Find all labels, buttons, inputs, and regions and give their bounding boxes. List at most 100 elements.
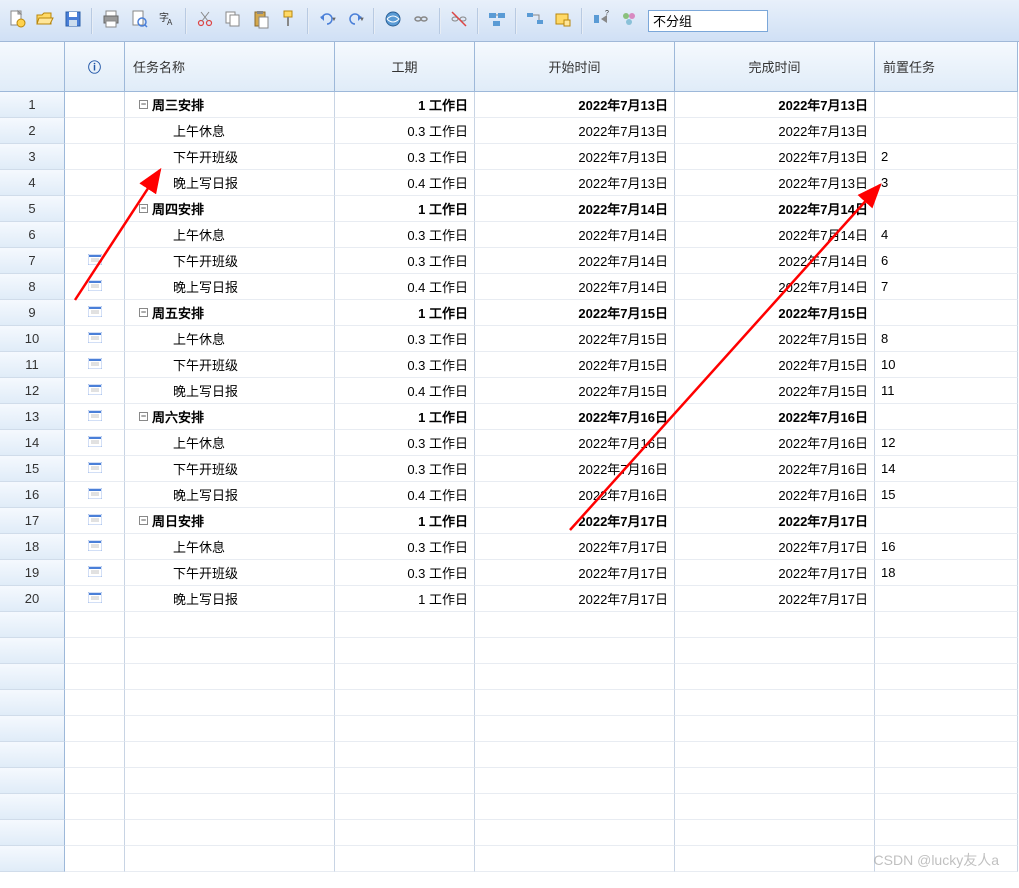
finish-cell[interactable]: 2022年7月14日 — [675, 222, 875, 248]
pred-cell[interactable] — [875, 118, 1018, 144]
split-button[interactable] — [446, 8, 472, 34]
info-cell[interactable] — [65, 144, 125, 170]
copy-button[interactable] — [220, 8, 246, 34]
row-number[interactable]: 20 — [0, 586, 65, 612]
goto-button[interactable] — [522, 8, 548, 34]
duration-cell[interactable]: 0.4 工作日 — [335, 482, 475, 508]
start-cell[interactable] — [475, 690, 675, 716]
pred-cell[interactable] — [875, 820, 1018, 846]
row-number[interactable]: 3 — [0, 144, 65, 170]
task-name-cell[interactable]: 晚上写日报 — [125, 274, 335, 300]
collapse-icon[interactable]: − — [139, 412, 148, 421]
task-name-cell[interactable]: 晚上写日报 — [125, 482, 335, 508]
pred-cell[interactable] — [875, 846, 1018, 872]
pred-cell[interactable]: 3 — [875, 170, 1018, 196]
start-cell[interactable] — [475, 612, 675, 638]
info-cell[interactable] — [65, 222, 125, 248]
info-column-header[interactable]: ⓘ — [65, 42, 125, 92]
finish-cell[interactable] — [675, 638, 875, 664]
duration-cell[interactable]: 0.4 工作日 — [335, 378, 475, 404]
pred-cell[interactable]: 8 — [875, 326, 1018, 352]
info-cell[interactable] — [65, 300, 125, 326]
task-name-cell[interactable]: −周三安排 — [125, 92, 335, 118]
start-cell[interactable] — [475, 768, 675, 794]
task-name-cell[interactable]: 上午休息 — [125, 118, 335, 144]
row-number[interactable]: 18 — [0, 534, 65, 560]
collapse-icon[interactable]: − — [139, 100, 148, 109]
duration-cell[interactable] — [335, 820, 475, 846]
zoom-button[interactable]: ? — [588, 8, 614, 34]
finish-cell[interactable]: 2022年7月17日 — [675, 508, 875, 534]
note-button[interactable] — [550, 8, 576, 34]
pred-cell[interactable] — [875, 794, 1018, 820]
finish-cell[interactable]: 2022年7月13日 — [675, 118, 875, 144]
column-header-name[interactable]: 任务名称 — [125, 42, 335, 92]
duration-cell[interactable]: 1 工作日 — [335, 300, 475, 326]
duration-cell[interactable]: 1 工作日 — [335, 92, 475, 118]
start-cell[interactable] — [475, 794, 675, 820]
task-name-cell[interactable] — [125, 664, 335, 690]
duration-cell[interactable]: 0.4 工作日 — [335, 274, 475, 300]
start-cell[interactable]: 2022年7月13日 — [475, 118, 675, 144]
task-name-cell[interactable]: 上午休息 — [125, 222, 335, 248]
finish-cell[interactable]: 2022年7月13日 — [675, 144, 875, 170]
duration-cell[interactable] — [335, 846, 475, 872]
paste-button[interactable] — [248, 8, 274, 34]
task-name-cell[interactable]: 晚上写日报 — [125, 378, 335, 404]
redo-button[interactable]: ▼ — [342, 8, 368, 34]
save-button[interactable] — [60, 8, 86, 34]
pred-cell[interactable] — [875, 690, 1018, 716]
finish-cell[interactable]: 2022年7月14日 — [675, 274, 875, 300]
finish-cell[interactable]: 2022年7月13日 — [675, 170, 875, 196]
finish-cell[interactable] — [675, 742, 875, 768]
start-cell[interactable]: 2022年7月17日 — [475, 586, 675, 612]
row-number[interactable] — [0, 846, 65, 872]
info-cell[interactable] — [65, 274, 125, 300]
info-cell[interactable] — [65, 794, 125, 820]
start-cell[interactable]: 2022年7月14日 — [475, 196, 675, 222]
row-number[interactable] — [0, 820, 65, 846]
info-cell[interactable] — [65, 248, 125, 274]
start-cell[interactable]: 2022年7月16日 — [475, 430, 675, 456]
task-name-cell[interactable]: −周六安排 — [125, 404, 335, 430]
start-cell[interactable]: 2022年7月17日 — [475, 560, 675, 586]
task-name-cell[interactable]: −周四安排 — [125, 196, 335, 222]
start-cell[interactable]: 2022年7月14日 — [475, 248, 675, 274]
column-header-duration[interactable]: 工期 — [335, 42, 475, 92]
row-number[interactable] — [0, 638, 65, 664]
finish-cell[interactable] — [675, 664, 875, 690]
finish-cell[interactable]: 2022年7月16日 — [675, 430, 875, 456]
duration-cell[interactable] — [335, 716, 475, 742]
info-cell[interactable] — [65, 612, 125, 638]
finish-cell[interactable] — [675, 768, 875, 794]
row-number[interactable] — [0, 664, 65, 690]
info-button[interactable] — [484, 8, 510, 34]
finish-cell[interactable]: 2022年7月15日 — [675, 326, 875, 352]
row-number[interactable] — [0, 612, 65, 638]
print-button[interactable] — [98, 8, 124, 34]
task-name-cell[interactable]: 下午开班级 — [125, 560, 335, 586]
task-name-cell[interactable]: 晚上写日报 — [125, 170, 335, 196]
info-cell[interactable] — [65, 586, 125, 612]
pred-cell[interactable]: 15 — [875, 482, 1018, 508]
task-name-cell[interactable]: 下午开班级 — [125, 456, 335, 482]
collapse-icon[interactable]: − — [139, 308, 148, 317]
pred-cell[interactable] — [875, 664, 1018, 690]
finish-cell[interactable]: 2022年7月15日 — [675, 300, 875, 326]
finish-cell[interactable]: 2022年7月15日 — [675, 378, 875, 404]
group-by-input[interactable] — [648, 10, 768, 32]
duration-cell[interactable]: 1 工作日 — [335, 586, 475, 612]
task-name-cell[interactable] — [125, 690, 335, 716]
finish-cell[interactable]: 2022年7月16日 — [675, 404, 875, 430]
task-name-cell[interactable]: −周五安排 — [125, 300, 335, 326]
task-name-cell[interactable]: 下午开班级 — [125, 352, 335, 378]
info-cell[interactable] — [65, 170, 125, 196]
pred-cell[interactable] — [875, 742, 1018, 768]
group-button[interactable] — [616, 8, 642, 34]
format-painter-button[interactable] — [276, 8, 302, 34]
link-button[interactable] — [380, 8, 406, 34]
duration-cell[interactable]: 1 工作日 — [335, 196, 475, 222]
start-cell[interactable]: 2022年7月15日 — [475, 352, 675, 378]
pred-cell[interactable] — [875, 638, 1018, 664]
start-cell[interactable]: 2022年7月13日 — [475, 144, 675, 170]
